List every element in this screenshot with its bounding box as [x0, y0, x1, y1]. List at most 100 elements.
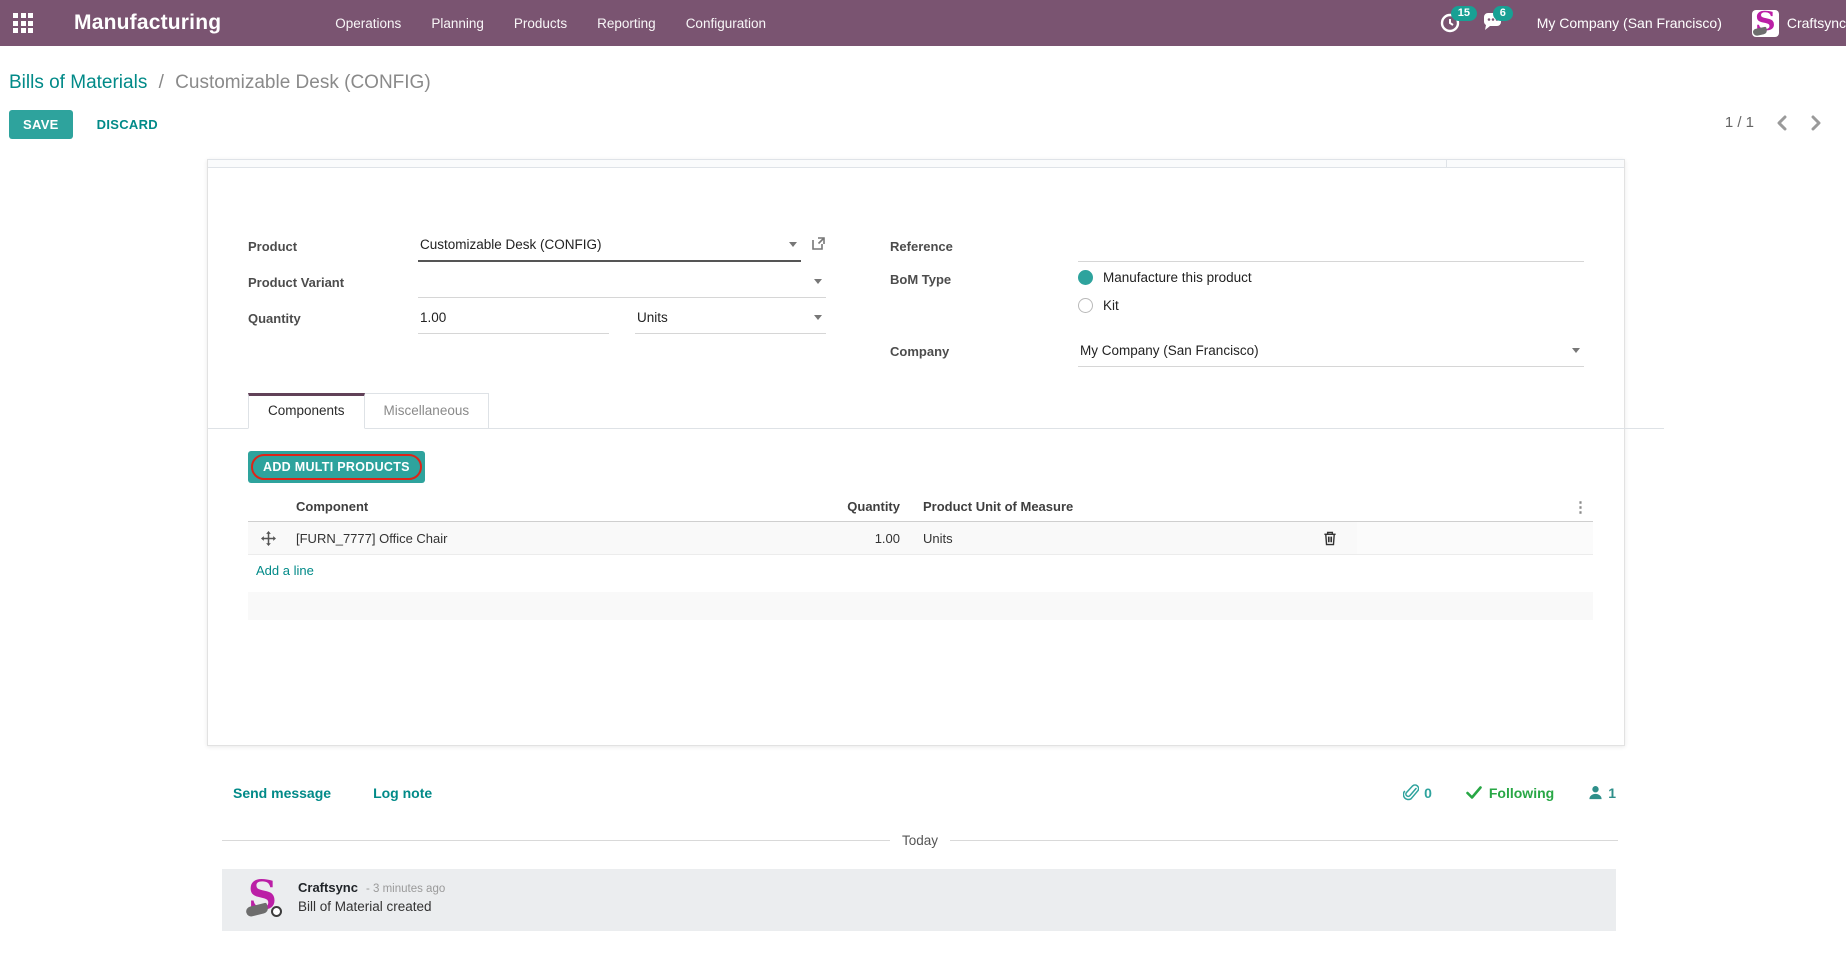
drag-handle-icon[interactable]	[248, 522, 288, 554]
menu-operations[interactable]: Operations	[335, 16, 401, 31]
log-note-button[interactable]: Log note	[373, 785, 432, 801]
quantity-uom-input[interactable]: Units	[635, 307, 826, 334]
note-type-badge-icon	[271, 906, 282, 917]
breadcrumb-parent-link[interactable]: Bills of Materials	[9, 72, 147, 93]
pager-counter: 1 / 1	[1725, 114, 1754, 131]
check-icon	[1466, 786, 1482, 799]
menu-reporting[interactable]: Reporting	[597, 16, 656, 31]
add-line-row: Add a line	[248, 555, 1593, 585]
company-switcher[interactable]: My Company (San Francisco)	[1537, 15, 1722, 31]
chatter-topbar: Send message Log note 0 Following	[233, 784, 1616, 801]
following-label: Following	[1489, 785, 1554, 801]
discard-button[interactable]: DISCARD	[97, 117, 158, 132]
menu-products[interactable]: Products	[514, 16, 567, 31]
radio-checked-icon[interactable]	[1078, 270, 1093, 285]
notebook-tabs: Components Miscellaneous	[248, 393, 1624, 429]
menu-configuration[interactable]: Configuration	[686, 16, 766, 31]
activity-clock-button[interactable]: 15	[1439, 10, 1465, 36]
bom-type-field-row: BoM Type Manufacture this product Kit	[890, 270, 1584, 328]
message-item: S Craftsync - 3 minutes ago Bill of Mate…	[222, 869, 1616, 931]
message-timestamp: - 3 minutes ago	[366, 883, 445, 895]
form-sheet: Product Customizable Desk (CONFIG) Produ…	[207, 159, 1625, 746]
product-external-link-icon[interactable]	[811, 236, 826, 262]
quantity-label: Quantity	[248, 311, 418, 334]
breadcrumb: Bills of Materials / Customizable Desk (…	[9, 72, 431, 94]
pager-next-button[interactable]	[1810, 115, 1822, 131]
message-count-badge: 6	[1493, 6, 1513, 21]
attachments-button[interactable]: 0	[1403, 784, 1432, 801]
add-multi-products-button[interactable]: ADD MULTI PRODUCTS	[248, 451, 425, 483]
product-variant-field-row: Product Variant	[248, 262, 826, 298]
table-options-kebab-icon[interactable]: ⋮	[1357, 498, 1593, 516]
form-left-column: Product Customizable Desk (CONFIG) Produ…	[248, 226, 826, 367]
main-menus: Operations Planning Products Reporting C…	[335, 16, 766, 31]
paperclip-icon	[1403, 784, 1419, 801]
sheet-top-strip	[208, 159, 1624, 168]
attachment-count: 0	[1424, 785, 1432, 801]
user-menu[interactable]: S Craftsync	[1752, 10, 1846, 37]
product-field-row: Product Customizable Desk (CONFIG)	[248, 226, 826, 262]
header-uom[interactable]: Product Unit of Measure	[908, 499, 1303, 514]
save-button[interactable]: SAVE	[9, 110, 73, 139]
form-right-column: Reference BoM Type Manufacture this prod…	[890, 226, 1584, 367]
breadcrumb-current: Customizable Desk (CONFIG)	[175, 72, 431, 93]
trash-icon	[1323, 531, 1337, 546]
product-input[interactable]: Customizable Desk (CONFIG)	[418, 235, 801, 262]
send-message-button[interactable]: Send message	[233, 785, 331, 801]
record-pager: 1 / 1	[1725, 114, 1822, 131]
components-table-header: Component Quantity Product Unit of Measu…	[248, 492, 1593, 522]
following-button[interactable]: Following	[1466, 785, 1554, 801]
date-divider-label: Today	[902, 833, 938, 848]
header-component[interactable]: Component	[288, 499, 578, 514]
cell-uom[interactable]: Units	[908, 522, 1303, 554]
table-row[interactable]: [FURN_7777] Office Chair 1.00 Units	[248, 522, 1593, 555]
pager-previous-button[interactable]	[1776, 115, 1788, 131]
row-filler	[1357, 522, 1593, 554]
form-fields: Product Customizable Desk (CONFIG) Produ…	[208, 168, 1624, 367]
user-avatar: S	[1752, 10, 1779, 37]
followers-button[interactable]: 1	[1588, 785, 1616, 801]
product-variant-input[interactable]	[418, 271, 826, 298]
app-name[interactable]: Manufacturing	[74, 11, 221, 35]
bom-type-radio-group: Manufacture this product Kit	[1078, 270, 1252, 328]
product-variant-dropdown-caret-icon[interactable]	[814, 279, 822, 284]
cell-component[interactable]: [FURN_7777] Office Chair	[288, 522, 578, 554]
cell-quantity[interactable]: 1.00	[578, 522, 908, 554]
menu-planning[interactable]: Planning	[431, 16, 484, 31]
message-body: Bill of Material created	[298, 899, 445, 914]
follower-count: 1	[1608, 785, 1616, 801]
bom-type-option-kit[interactable]: Kit	[1078, 298, 1252, 313]
reference-input[interactable]	[1078, 235, 1584, 262]
add-a-line-link[interactable]: Add a line	[256, 563, 314, 578]
delete-row-button[interactable]	[1303, 522, 1357, 554]
company-dropdown-caret-icon[interactable]	[1572, 348, 1580, 353]
tab-components[interactable]: Components	[248, 393, 365, 429]
message-author-avatar[interactable]: S	[246, 880, 284, 918]
message-content: Craftsync - 3 minutes ago Bill of Materi…	[298, 880, 445, 918]
bom-type-option-manufacture[interactable]: Manufacture this product	[1078, 270, 1252, 285]
apps-menu-button[interactable]	[0, 0, 46, 46]
message-author-name[interactable]: Craftsync	[298, 880, 358, 895]
product-dropdown-caret-icon[interactable]	[789, 242, 797, 247]
apps-grid-icon	[13, 13, 33, 33]
tab-miscellaneous[interactable]: Miscellaneous	[365, 393, 490, 429]
radio-unchecked-icon[interactable]	[1078, 298, 1093, 313]
company-input[interactable]: My Company (San Francisco)	[1078, 340, 1584, 367]
messages-button[interactable]: 6	[1481, 10, 1507, 36]
chevron-left-icon	[1776, 115, 1788, 131]
product-variant-label: Product Variant	[248, 275, 418, 298]
navbar-right: 15 6 My Company (San Francisco) S Crafts…	[1439, 0, 1846, 46]
control-panel-buttons: SAVE DISCARD	[9, 110, 158, 139]
product-label: Product	[248, 239, 418, 262]
quantity-input[interactable]: 1.00	[418, 307, 609, 334]
company-field-row: Company My Company (San Francisco)	[890, 331, 1584, 367]
uom-dropdown-caret-icon[interactable]	[814, 315, 822, 320]
components-table: Component Quantity Product Unit of Measu…	[248, 492, 1593, 620]
activity-count-badge: 15	[1451, 6, 1477, 21]
chevron-right-icon	[1810, 115, 1822, 131]
breadcrumb-separator: /	[159, 72, 164, 93]
date-divider: Today	[222, 833, 1618, 848]
header-quantity[interactable]: Quantity	[578, 499, 908, 514]
user-name: Craftsync	[1787, 15, 1846, 31]
company-label: Company	[890, 344, 1078, 367]
